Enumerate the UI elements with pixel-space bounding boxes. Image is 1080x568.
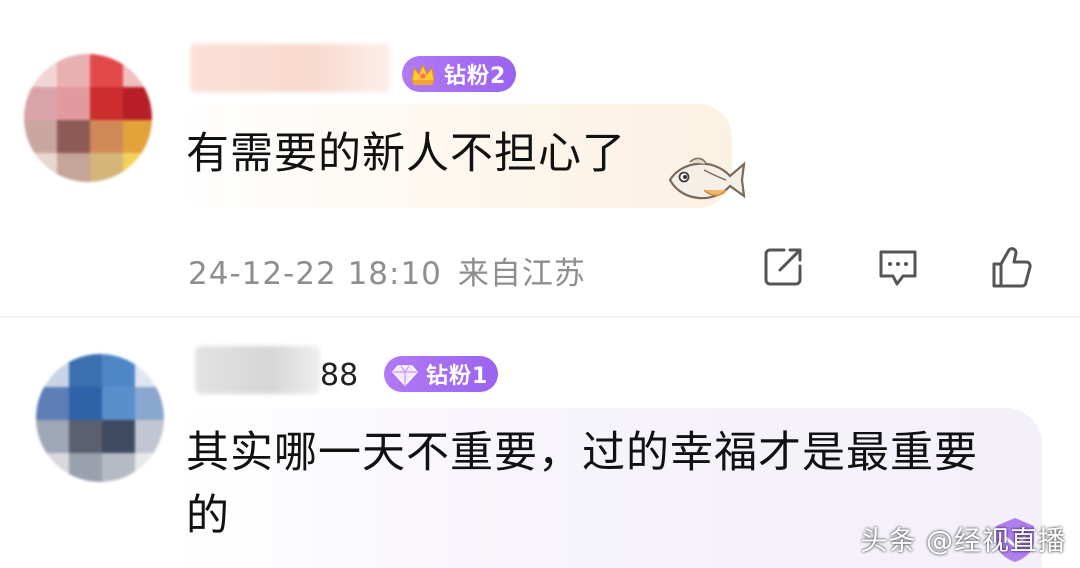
watermark: 头条 @经视直播 — [860, 526, 1066, 557]
fish-emoji — [664, 150, 748, 210]
badge-label: 钻粉1 — [426, 364, 489, 389]
crown-icon — [408, 59, 438, 89]
like-icon[interactable] — [988, 244, 1034, 290]
avatar[interactable] — [36, 354, 164, 482]
fan-level-badge: 钻粉2 — [402, 56, 517, 92]
comment-item: 钻粉2 有需要的新人不担心了 24-12-22 18:10 来自江苏 — [0, 0, 1080, 318]
comment-text: 有需要的新人不担心了 — [186, 129, 626, 179]
location: 来自江苏 — [457, 256, 586, 292]
fan-level-badge: 钻粉1 — [384, 356, 499, 392]
share-icon[interactable] — [760, 244, 806, 290]
username-blurred[interactable] — [195, 346, 320, 394]
username-blurred[interactable] — [190, 44, 390, 92]
timestamp: 24-12-22 18:10 — [188, 256, 442, 292]
comment-meta: 24-12-22 18:10 来自江苏 — [188, 248, 586, 293]
badge-label: 钻粉2 — [444, 64, 507, 89]
comment-text-line: 其实哪一天不重要，过的幸福才是最重要 — [186, 428, 978, 478]
comment-icon[interactable] — [875, 244, 921, 290]
avatar[interactable] — [24, 54, 152, 182]
diamond-icon — [390, 359, 420, 389]
comment-text-line: 的 — [186, 491, 230, 541]
username-suffix[interactable]: 88 — [320, 358, 358, 393]
